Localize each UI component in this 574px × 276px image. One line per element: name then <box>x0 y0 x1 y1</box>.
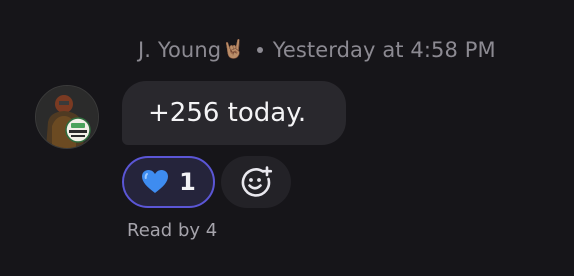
separator-dot <box>256 47 263 53</box>
add-reaction-smiley-icon <box>241 166 273 197</box>
rock-hand-emoji: 🤘🏽 <box>222 39 245 60</box>
read-receipt: Read by 4 <box>127 220 218 241</box>
message-timestamp: Yesterday at 4:58 PM <box>272 38 496 62</box>
message-header: J. Young 🤘🏽 Yesterday at 4:58 PM <box>138 38 496 62</box>
reaction-blue-heart[interactable]: 1 <box>122 156 215 208</box>
blue-heart-icon <box>142 170 169 193</box>
author-name[interactable]: J. Young <box>138 38 221 62</box>
avatar-image <box>36 86 98 148</box>
message-text: +256 today. <box>148 98 307 128</box>
avatar[interactable] <box>35 85 99 149</box>
message-thread: J. Young 🤘🏽 Yesterday at 4:58 PM +256 to… <box>0 0 574 276</box>
add-reaction-button[interactable] <box>221 156 291 208</box>
reaction-count: 1 <box>179 168 196 196</box>
message-bubble[interactable]: +256 today. <box>122 81 346 145</box>
